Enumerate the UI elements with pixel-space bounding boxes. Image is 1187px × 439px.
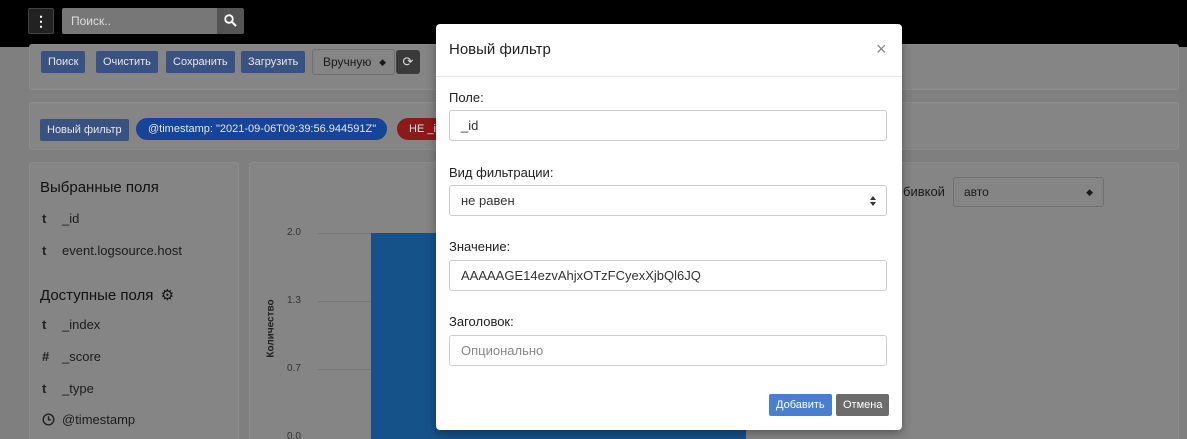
text-type-icon: t	[42, 381, 47, 396]
field-name: _score	[62, 349, 102, 364]
field-name: _index	[62, 317, 101, 332]
available-fields-title: Доступные поля ⚙	[40, 286, 174, 304]
add-button[interactable]: Добавить	[769, 394, 832, 416]
selected-fields-title: Выбранные поля	[40, 179, 159, 196]
divider	[436, 76, 902, 77]
field-name: _type	[62, 381, 94, 396]
mode-select[interactable]: Вручную ◆	[312, 49, 395, 75]
field-name: event.logsource.host	[62, 243, 182, 258]
field-item[interactable]: t _type	[42, 381, 94, 396]
chevron-updown-icon	[870, 196, 876, 206]
menu-icon[interactable]: ⋮	[28, 8, 54, 34]
gridline	[318, 369, 378, 370]
new-filter-dialog: Новый фильтр × Поле: _id Вид фильтрации:…	[436, 24, 902, 430]
chevron-updown-icon: ◆	[379, 57, 386, 67]
y-tick-label: 0.7	[287, 363, 301, 374]
cancel-button[interactable]: Отмена	[836, 394, 890, 416]
filter-type-label: Вид фильтрации:	[449, 165, 554, 180]
y-axis-label: Количество	[265, 299, 277, 358]
value-label: Значение:	[449, 239, 511, 254]
interval-select-value: авто	[964, 185, 989, 199]
text-type-icon: t	[42, 243, 47, 258]
refresh-icon[interactable]: ⟳	[396, 50, 420, 74]
search-input[interactable]: Поиск..	[62, 8, 217, 34]
fields-sidebar: Выбранные поля t _id t event.logsource.hos…	[29, 162, 239, 439]
interval-select[interactable]: авто ◆	[953, 177, 1104, 207]
filter-type-value: не равен	[461, 193, 515, 208]
interval-label: бивкой	[903, 184, 945, 199]
field-input[interactable]: _id	[449, 110, 887, 141]
load-button[interactable]: Загрузить	[241, 51, 306, 73]
y-tick-label: 0.0	[287, 431, 301, 439]
filter-pill-timestamp[interactable]: @timestamp: "2021-09-06T09:39:56.944591Z…	[136, 118, 387, 140]
search-button[interactable]: Поиск	[41, 51, 86, 73]
gridline	[318, 233, 378, 234]
gear-icon[interactable]: ⚙	[161, 287, 174, 304]
available-fields-label: Доступные поля	[40, 287, 154, 304]
new-filter-button[interactable]: Новый фильтр	[40, 119, 129, 141]
field-label: Поле:	[449, 90, 484, 105]
chevron-updown-icon: ◆	[1086, 187, 1093, 197]
field-item[interactable]: t event.logsource.host	[42, 243, 182, 258]
number-type-icon: #	[42, 349, 50, 364]
gridline	[318, 301, 378, 302]
value-input[interactable]: AAAAAGE14ezvAhjxOTzFCyexXjbQl6JQ	[449, 260, 887, 291]
filter-type-select[interactable]: не равен	[449, 185, 887, 216]
field-name: _id	[62, 211, 80, 226]
text-type-icon: t	[42, 211, 47, 226]
field-item[interactable]: @timestamp	[42, 412, 135, 427]
field-item[interactable]: # _score	[42, 349, 101, 364]
field-name: @timestamp	[62, 412, 136, 427]
search-icon[interactable]	[217, 8, 244, 34]
y-tick-label: 2.0	[287, 227, 301, 238]
field-item[interactable]: t _index	[42, 317, 100, 332]
field-item[interactable]: t _id	[42, 211, 79, 226]
text-type-icon: t	[42, 317, 47, 332]
mode-select-value: Вручную	[323, 55, 372, 69]
close-icon[interactable]: ×	[876, 40, 887, 58]
clock-icon	[42, 412, 62, 427]
y-tick-label: 1.3	[287, 295, 301, 306]
clear-button[interactable]: Очистить	[96, 51, 158, 73]
header-label: Заголовок:	[449, 314, 514, 329]
header-input[interactable]: Опционально	[449, 335, 887, 366]
save-button[interactable]: Сохранить	[166, 51, 235, 73]
dialog-title: Новый фильтр	[449, 41, 551, 58]
